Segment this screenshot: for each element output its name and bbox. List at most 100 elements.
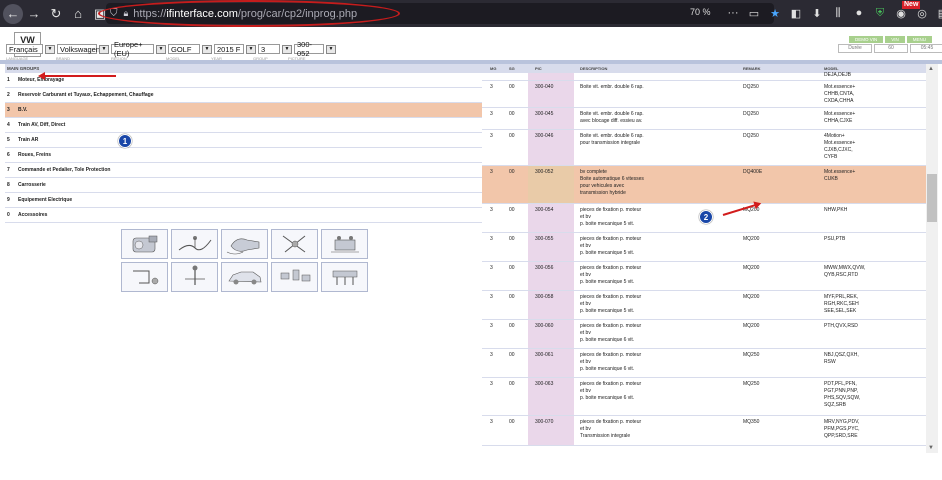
extension-icon[interactable]: ◧ (787, 3, 805, 23)
language-select[interactable]: Français (6, 44, 43, 54)
vin-button[interactable]: VIN (885, 36, 905, 43)
chevron-down-icon[interactable]: ▼ (45, 44, 55, 54)
table-row[interactable]: 3 00 300-045 Boite vit. embr. double 6 rap.… (482, 108, 926, 130)
desc-line: Boite vit. embr. double 6 rap. (580, 111, 644, 117)
cell-model: Mot.essence+ CUKB (822, 166, 855, 203)
address-bar[interactable]: ⛉ 🔒︎ https://ifinterface.com/prog/car/cp… (106, 3, 774, 24)
cell-pic[interactable]: 300-055 (528, 233, 574, 261)
cell-model: PSU,PTB (822, 233, 845, 261)
transmission-thumb[interactable] (221, 229, 268, 259)
back-icon[interactable]: ← (3, 3, 23, 24)
downloads-icon[interactable]: ⬇ (808, 3, 826, 23)
group-label: Reservoir Carburant et Tuyaux, Echappeme… (18, 92, 154, 98)
main-group-item[interactable]: 4 Train AV, Diff, Direct (5, 118, 482, 133)
model-line: PHS,SQV,SQW, (824, 395, 861, 401)
model-line: SEE,SEL,SEK (824, 308, 857, 314)
table-row[interactable]: 3 00 300-055 pieces de fixation p. moteur et… (482, 233, 926, 262)
main-group-item[interactable]: 7 Commande et Pedalier, Tole Protection (5, 163, 482, 178)
cell-pic[interactable]: 300-070 (528, 416, 574, 445)
chevron-down-icon[interactable]: ▼ (202, 44, 212, 54)
page-actions-icon[interactable]: ··· (724, 3, 742, 23)
main-group-item[interactable]: 0 Accessoires (5, 208, 482, 223)
annotation-arrow-1 (38, 72, 116, 80)
menu-button[interactable]: MENU (906, 36, 932, 43)
group-number: 0 (7, 212, 10, 218)
table-row[interactable]: 3 00 300-063 pieces de fixation p. moteur et… (482, 378, 926, 416)
year-select[interactable]: 2015 F (214, 44, 244, 54)
fixing-parts-thumb[interactable] (271, 262, 318, 292)
cell-mg: 3 (490, 265, 493, 271)
desc-line: bv complete (580, 169, 607, 175)
table-row[interactable]: 3 00 300-056 pieces de fixation p. moteur et… (482, 262, 926, 291)
cell-description: Boite vit. embr. double 6 rap. pour trans… (574, 130, 738, 165)
cell-pic[interactable]: 300-052 (528, 166, 574, 203)
main-group-item[interactable]: 3 B.V. (5, 103, 482, 118)
main-group-item[interactable]: 9 Equipement Electrique (5, 193, 482, 208)
cell-pic[interactable]: 300-054 (528, 204, 574, 232)
chevron-down-icon[interactable]: ▼ (326, 44, 336, 54)
table-row[interactable]: 3 00 300-061 pieces de fixation p. moteur et… (482, 349, 926, 378)
desc-line: avec blocage diff. essieu av. (580, 118, 643, 124)
forward-icon[interactable]: → (23, 3, 45, 25)
table-row[interactable]: 3 00 300-040 Boite vit. embr. double 6 rap.… (482, 81, 926, 108)
bolts-thumb[interactable] (321, 262, 368, 292)
model-line: QPP,SRD,SRE (824, 433, 858, 439)
desc-line: et bv (580, 388, 591, 394)
cell-pic[interactable]: 300-040 (528, 81, 574, 107)
car-body-thumb[interactable] (221, 262, 268, 292)
cell-pic[interactable]: 300-046 (528, 130, 574, 165)
shift-cable-thumb[interactable] (171, 229, 218, 259)
chevron-down-icon[interactable]: ▼ (282, 44, 292, 54)
table-row[interactable]: 3 00 300-046 Boite vit. embr. double 6 rap.… (482, 130, 926, 166)
cell-model: Mot.essence+ CHHB,CNTA, CXDA,CHHA (822, 81, 855, 107)
table-row[interactable]: 3 00 300-060 pieces de fixation p. moteur et… (482, 320, 926, 349)
table-row[interactable]: 3 00 300-052 bv complete Boite automatique 6… (482, 166, 926, 204)
cell-remark: MQ200 (743, 265, 760, 271)
chevron-down-icon[interactable]: ▼ (246, 44, 256, 54)
vpn-shield-icon[interactable]: ⛨ (871, 3, 889, 23)
chevron-down-icon[interactable]: ▼ (99, 44, 109, 54)
bookmark-star-icon[interactable]: ★ (766, 3, 784, 23)
bracket-thumb[interactable] (121, 262, 168, 292)
group-number: 7 (7, 167, 10, 173)
scrollbar-thumb[interactable] (927, 174, 937, 222)
scroll-down-icon[interactable]: ▼ (928, 445, 934, 451)
reader-icon[interactable]: ▭ (745, 3, 763, 23)
cell-remark: DQ250 (743, 133, 759, 139)
gearbox-thumb[interactable] (121, 229, 168, 259)
linkage-thumb[interactable] (271, 229, 318, 259)
scrollbar[interactable]: ▲ ▼ (926, 64, 938, 453)
model-line: CUKB (824, 176, 838, 182)
main-group-item[interactable]: 6 Roues, Freins (5, 148, 482, 163)
cell-pic[interactable]: 300-061 (528, 349, 574, 377)
chevron-down-icon[interactable]: ▼ (156, 44, 166, 54)
brand-select[interactable]: Volkswagen (57, 44, 100, 54)
model-select[interactable]: GOLF (168, 44, 200, 54)
table-row[interactable]: 3 00 300-058 pieces de fixation p. moteur et… (482, 291, 926, 320)
cell-pic[interactable]: 300-045 (528, 108, 574, 129)
group-select[interactable]: 3 (258, 44, 280, 54)
account-icon[interactable]: ● (850, 3, 868, 23)
zoom-level[interactable]: 70 % (690, 7, 711, 17)
cell-mg: 3 (490, 169, 493, 175)
cell-pic[interactable]: 300-063 (528, 378, 574, 415)
reload-icon[interactable]: ↻ (45, 3, 67, 25)
scroll-up-icon[interactable]: ▲ (928, 66, 934, 72)
library-icon[interactable]: ⫼ (829, 3, 847, 23)
screenshot-icon[interactable]: ▤ (934, 3, 942, 23)
picture-select[interactable]: 300-052 (294, 40, 324, 58)
main-group-item[interactable]: 2 Reservoir Carburant et Tuyaux, Echappem… (5, 88, 482, 103)
home-icon[interactable]: ⌂ (67, 3, 89, 25)
region-select[interactable]: Europe+ (EU) (111, 40, 154, 58)
cell-pic[interactable]: 300-056 (528, 262, 574, 290)
group-number: 5 (7, 137, 10, 143)
lever-thumb[interactable] (171, 262, 218, 292)
cell-pic[interactable]: 300-058 (528, 291, 574, 319)
table-row[interactable]: 3 00 300-070 pieces de fixation p. moteur et… (482, 416, 926, 446)
cell-pic[interactable]: 300-060 (528, 320, 574, 348)
main-group-item[interactable]: 8 Carrosserie (5, 178, 482, 193)
mount-thumb[interactable] (321, 229, 368, 259)
demo-vin-button[interactable]: DEMO VIN (848, 36, 884, 43)
parts-table-header: MG SG PIC DESCRIPTION REMARK MODEL (482, 64, 926, 73)
main-group-item[interactable]: 5 Train AR (5, 133, 482, 148)
